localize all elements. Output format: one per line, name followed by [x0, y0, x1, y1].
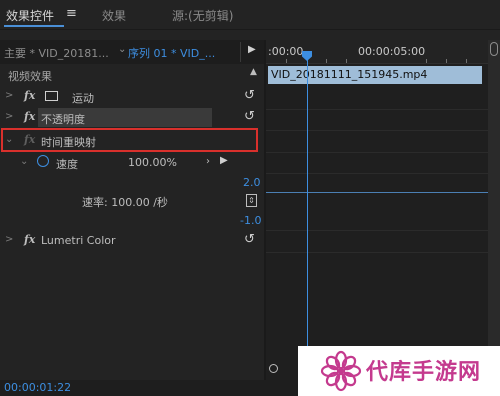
- clip-header: 主要 * VID_20181... ⌄ 序列 01 * VID_... ▶: [0, 40, 264, 64]
- sequence-clip-label[interactable]: 序列 01 * VID_...: [128, 45, 215, 61]
- speed-graph-line[interactable]: [266, 192, 488, 193]
- collapse-up-icon[interactable]: ▲: [250, 67, 257, 77]
- ruler-mid-time: 00:00:05:00: [358, 45, 426, 58]
- current-timecode[interactable]: 00:00:01:22: [4, 381, 71, 394]
- track-separator: [266, 230, 488, 231]
- effect-label-lumetri: Lumetri Color: [41, 234, 116, 247]
- panel-tab-bar: 效果控件 ≡ 效果 源:(无剪辑): [0, 0, 500, 30]
- transform-box-icon[interactable]: [45, 91, 58, 101]
- header-divider: [240, 42, 241, 62]
- tab-effects[interactable]: 效果: [102, 7, 126, 24]
- clip-bar[interactable]: VID_20181111_151945.mp4: [268, 66, 482, 84]
- effect-label-motion: 运动: [72, 92, 94, 105]
- tab-effect-controls[interactable]: 效果控件: [6, 7, 54, 24]
- track-separator: [266, 130, 488, 131]
- section-title: 视频效果: [8, 70, 52, 83]
- property-label-speed: 速度: [56, 158, 78, 171]
- speed-rate-text: 速率: 100.00 /秒: [82, 196, 168, 209]
- chevron-right-icon[interactable]: ›: [206, 156, 210, 167]
- track-separator: [266, 152, 488, 153]
- time-ruler[interactable]: :00:00 00:00:05:00: [266, 40, 488, 64]
- ruler-tick: [286, 59, 287, 63]
- video-effects-header: 视频效果 ▲: [0, 64, 264, 85]
- effect-label-time-remap: 时间重映射: [41, 136, 96, 149]
- track-separator: [266, 173, 488, 174]
- active-tab-indicator: [4, 25, 64, 27]
- effect-row-motion[interactable]: > fx 运动 ↺: [0, 86, 264, 107]
- effect-row-opacity[interactable]: > fx 不透明度 ↺: [0, 107, 264, 128]
- mini-timeline: :00:00 00:00:05:00 VID_20181111_151945.m…: [266, 40, 488, 380]
- chevron-down-icon[interactable]: ⌄: [118, 44, 126, 55]
- fx-icon: fx: [24, 133, 36, 146]
- effect-row-time-remap[interactable]: ⌄ fx 时间重映射: [0, 130, 264, 151]
- graph-min-value[interactable]: -1.0: [240, 214, 261, 227]
- speed-value[interactable]: 100.00%: [128, 156, 177, 169]
- stopwatch-icon[interactable]: [37, 155, 49, 167]
- chevron-down-icon[interactable]: ⌄: [20, 156, 28, 167]
- chevron-right-icon[interactable]: >: [5, 234, 13, 245]
- play-icon[interactable]: ▶: [248, 44, 256, 55]
- effect-label-opacity: 不透明度: [41, 113, 85, 126]
- scroll-thumb[interactable]: [490, 42, 498, 56]
- add-keyframe-icon[interactable]: ▶: [220, 155, 228, 166]
- tab-source[interactable]: 源:(无剪辑): [172, 7, 233, 24]
- vertical-scrollbar[interactable]: [488, 40, 500, 380]
- reset-icon[interactable]: ↺: [244, 232, 255, 247]
- playhead-line: [307, 60, 308, 360]
- ruler-tick: [466, 59, 467, 63]
- chevron-down-icon[interactable]: ⌄: [5, 134, 13, 145]
- source-clip-label[interactable]: 主要 * VID_20181...: [4, 45, 109, 61]
- ruler-tick: [446, 59, 447, 63]
- fx-icon[interactable]: fx: [24, 89, 35, 102]
- track-separator: [266, 109, 488, 110]
- hamburger-icon[interactable]: ≡: [66, 6, 77, 21]
- reset-icon[interactable]: ↺: [244, 109, 255, 124]
- effect-controls-panel: 主要 * VID_20181... ⌄ 序列 01 * VID_... ▶ 视频…: [0, 40, 264, 380]
- reset-icon[interactable]: ↺: [244, 88, 255, 103]
- chevron-right-icon[interactable]: >: [5, 90, 13, 101]
- fx-icon[interactable]: fx: [24, 233, 35, 246]
- graph-adjust-icon[interactable]: ⇕: [246, 194, 257, 207]
- zoom-scroll-handle[interactable]: [269, 364, 278, 373]
- ruler-start-time: :00:00: [268, 45, 304, 58]
- watermark-text: 代库手游网: [366, 360, 482, 385]
- graph-max-value[interactable]: 2.0: [243, 176, 261, 189]
- chevron-right-icon[interactable]: >: [5, 111, 13, 122]
- ruler-tick: [426, 59, 427, 63]
- ruler-tick: [346, 59, 347, 63]
- fx-icon[interactable]: fx: [24, 110, 35, 123]
- property-row-speed[interactable]: ⌄ 速度 100.00% › ▶: [0, 152, 264, 173]
- flower-logo-icon: [320, 350, 362, 392]
- effect-row-lumetri[interactable]: > fx Lumetri Color ↺: [0, 230, 264, 251]
- ruler-tick: [326, 59, 327, 63]
- track-separator: [266, 252, 488, 253]
- watermark: 代库手游网: [298, 346, 500, 396]
